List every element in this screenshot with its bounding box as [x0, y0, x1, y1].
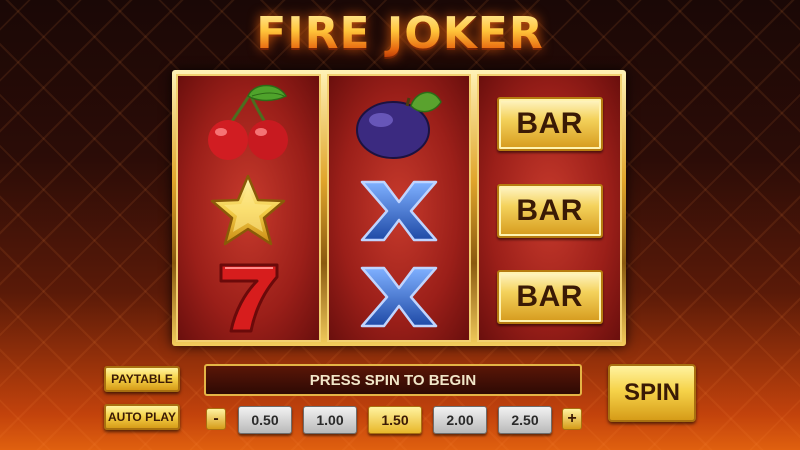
bet-option-2-50[interactable]: 2.50	[498, 406, 552, 434]
spin-button[interactable]: SPIN	[608, 364, 696, 422]
bet-decrease-button[interactable]: -	[206, 408, 226, 430]
cross-icon	[329, 168, 470, 254]
reel-2	[326, 74, 472, 342]
bet-option-1-50[interactable]: 1.50	[368, 406, 422, 434]
plum-icon	[329, 81, 470, 167]
reel-1	[176, 74, 321, 342]
slot-machine: BAR BAR BAR	[172, 70, 626, 346]
cross-icon	[329, 254, 470, 340]
game-title: FIRE JOKER	[0, 8, 800, 59]
bar-symbol-label: BAR	[496, 97, 603, 151]
star-icon	[178, 168, 319, 254]
paytable-button[interactable]: PAYTABLE	[104, 366, 180, 392]
bar-symbol: BAR	[479, 254, 620, 340]
reels: BAR BAR BAR	[176, 74, 623, 342]
bet-options: 0.50 1.00 1.50 2.00 2.50	[238, 406, 554, 434]
bar-symbol: BAR	[479, 168, 620, 254]
bar-symbol-label: BAR	[496, 184, 603, 238]
cherries-icon	[178, 81, 319, 167]
autoplay-button[interactable]: AUTO PLAY	[104, 404, 180, 430]
reel-3: BAR BAR BAR	[477, 74, 623, 342]
bar-symbol: BAR	[479, 81, 620, 167]
seven-icon	[178, 254, 319, 340]
status-message: PRESS SPIN TO BEGIN	[204, 364, 582, 396]
bet-option-1-00[interactable]: 1.00	[303, 406, 357, 434]
bet-option-0-50[interactable]: 0.50	[238, 406, 292, 434]
bet-increase-button[interactable]: +	[562, 408, 582, 430]
bet-option-2-00[interactable]: 2.00	[433, 406, 487, 434]
bar-symbol-label: BAR	[496, 270, 603, 324]
